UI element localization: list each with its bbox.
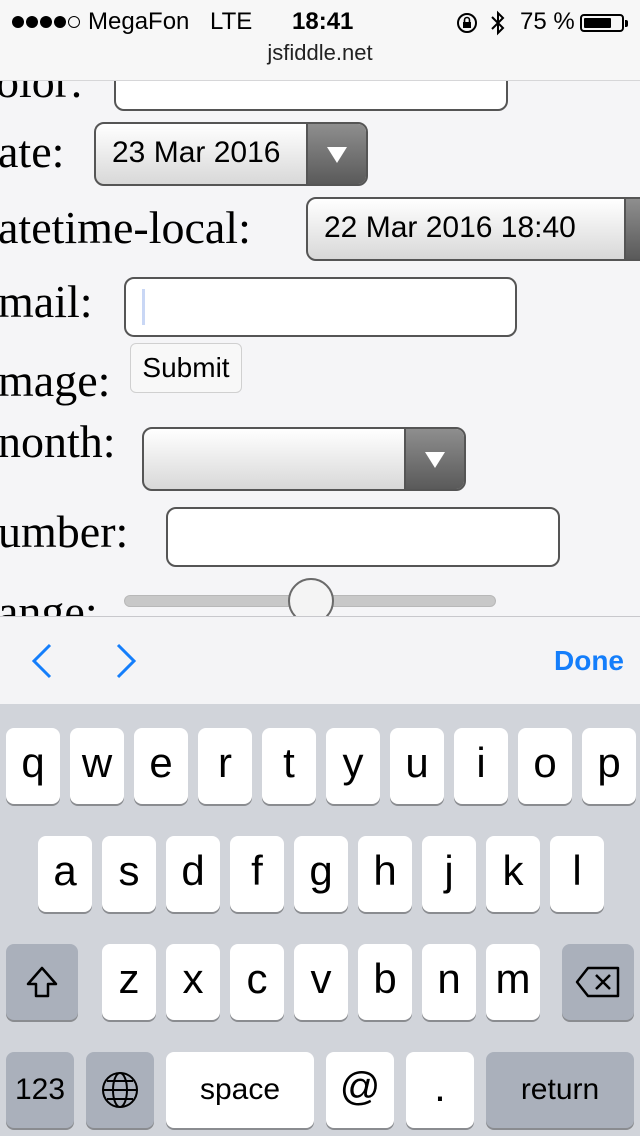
key-s[interactable]: s	[102, 836, 156, 912]
shift-key[interactable]	[6, 944, 78, 1020]
month-label: nonth:	[0, 416, 116, 467]
key-y[interactable]: y	[326, 728, 380, 804]
chevron-down-icon	[306, 124, 366, 184]
numbers-key[interactable]: 123	[6, 1052, 74, 1128]
chevron-down-icon	[624, 199, 640, 259]
at-key[interactable]: @	[326, 1052, 394, 1128]
color-label: olor:	[0, 81, 83, 107]
key-e[interactable]: e	[134, 728, 188, 804]
key-u[interactable]: u	[390, 728, 444, 804]
number-field[interactable]	[166, 507, 560, 567]
status-bar: MegaFon LTE 18:41 75 % jsfiddle.net	[0, 0, 640, 81]
color-input[interactable]	[114, 81, 508, 111]
return-key[interactable]: return	[486, 1052, 634, 1128]
key-b[interactable]: b	[358, 944, 412, 1020]
key-z[interactable]: z	[102, 944, 156, 1020]
key-l[interactable]: l	[550, 836, 604, 912]
on-screen-keyboard: q w e r t y u i o p a s d f g h j k l z …	[0, 704, 640, 1136]
dot-key[interactable]: .	[406, 1052, 474, 1128]
chevron-left-icon[interactable]	[28, 641, 56, 681]
key-w[interactable]: w	[70, 728, 124, 804]
key-h[interactable]: h	[358, 836, 412, 912]
key-c[interactable]: c	[230, 944, 284, 1020]
date-picker[interactable]: 23 Mar 2016	[94, 122, 368, 186]
key-n[interactable]: n	[422, 944, 476, 1020]
image-label: mage:	[0, 355, 111, 406]
keyboard-accessory-bar: Done	[0, 616, 640, 705]
key-r[interactable]: r	[198, 728, 252, 804]
email-field[interactable]	[124, 277, 517, 337]
key-d[interactable]: d	[166, 836, 220, 912]
date-label: ate:	[0, 126, 65, 177]
chevron-down-icon	[404, 429, 464, 489]
key-t[interactable]: t	[262, 728, 316, 804]
text-caret	[142, 289, 145, 325]
space-key[interactable]: space	[166, 1052, 314, 1128]
key-g[interactable]: g	[294, 836, 348, 912]
globe-icon	[102, 1072, 138, 1108]
key-o[interactable]: o	[518, 728, 572, 804]
number-label: umber:	[0, 506, 129, 557]
network-type: LTE	[210, 8, 253, 35]
address-bar-url[interactable]: jsfiddle.net	[0, 40, 640, 66]
key-a[interactable]: a	[38, 836, 92, 912]
bluetooth-icon	[491, 10, 505, 36]
key-k[interactable]: k	[486, 836, 540, 912]
date-value: 23 Mar 2016	[112, 136, 281, 169]
rotation-lock-icon	[457, 13, 477, 33]
carrier-name: MegaFon	[88, 8, 190, 35]
key-j[interactable]: j	[422, 836, 476, 912]
key-x[interactable]: x	[166, 944, 220, 1020]
key-q[interactable]: q	[6, 728, 60, 804]
email-label: mail:	[0, 276, 93, 327]
range-label: ange:	[0, 586, 98, 617]
month-picker[interactable]	[142, 427, 466, 491]
web-page-content: olor: ate: 23 Mar 2016 atetime-local: 22…	[0, 81, 640, 616]
done-button[interactable]: Done	[554, 645, 624, 677]
key-i[interactable]: i	[454, 728, 508, 804]
key-p[interactable]: p	[582, 728, 636, 804]
image-submit-button[interactable]: Submit	[130, 343, 242, 393]
battery-icon	[580, 14, 628, 32]
delete-key[interactable]	[562, 944, 634, 1020]
globe-key[interactable]	[86, 1052, 154, 1128]
datetime-local-label: atetime-local:	[0, 202, 251, 253]
backspace-icon	[575, 966, 620, 998]
clock: 18:41	[292, 8, 354, 35]
battery-percent: 75 %	[520, 8, 575, 35]
key-m[interactable]: m	[486, 944, 540, 1020]
range-slider-thumb[interactable]	[288, 578, 334, 616]
datetime-value: 22 Mar 2016 18:40	[324, 211, 576, 244]
key-v[interactable]: v	[294, 944, 348, 1020]
shift-icon	[26, 966, 58, 998]
datetime-local-picker[interactable]: 22 Mar 2016 18:40	[306, 197, 640, 261]
chevron-right-icon[interactable]	[112, 641, 140, 681]
key-f[interactable]: f	[230, 836, 284, 912]
